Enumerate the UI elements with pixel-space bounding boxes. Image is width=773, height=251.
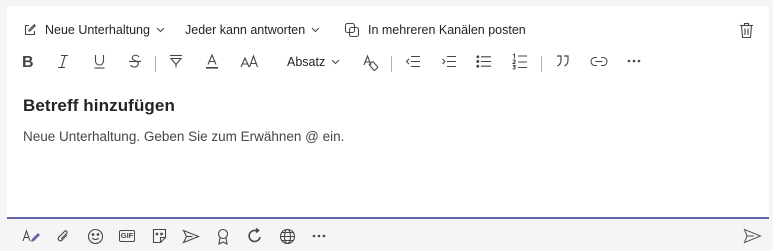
decrease-indent-button[interactable] [405, 55, 421, 68]
paperclip-icon [56, 228, 70, 245]
praise-badge-icon [216, 228, 230, 245]
new-conversation-dropdown[interactable]: Neue Unterhaltung [23, 20, 165, 40]
message-body-input[interactable]: Neue Unterhaltung. Geben Sie zum Erwähne… [23, 129, 344, 144]
compose-actions-bar: GIF [0, 224, 773, 248]
send-icon [743, 228, 762, 244]
underline-icon [93, 54, 106, 69]
globe-icon [279, 228, 296, 245]
chevron-down-icon [156, 27, 165, 33]
paragraph-style-label: Absatz [287, 55, 326, 69]
font-size-button[interactable] [240, 54, 258, 69]
sticker-icon [151, 228, 168, 245]
insert-link-button[interactable] [590, 56, 608, 67]
reply-permission-label: Jeder kann antworten [185, 23, 306, 37]
clear-formatting-icon [363, 54, 381, 71]
apps-button[interactable] [276, 224, 298, 248]
font-color-button[interactable] [205, 54, 219, 69]
chevron-down-icon [331, 59, 340, 65]
loop-button[interactable] [244, 224, 266, 248]
gif-icon: GIF [118, 230, 136, 242]
compose-options-bar: Neue Unterhaltung Jeder kann antworten I… [7, 20, 769, 40]
toolbar-divider [541, 56, 542, 72]
formatting-toolbar: B Absatz [7, 52, 769, 74]
compose-edit-icon [23, 23, 37, 37]
more-options-icon [627, 59, 641, 63]
compose-focus-underline [7, 217, 769, 219]
chevron-down-icon [311, 27, 320, 33]
link-icon [590, 56, 608, 67]
emoji-icon [87, 228, 104, 245]
more-actions-button[interactable] [308, 224, 330, 248]
format-pen-icon [22, 228, 40, 244]
increase-indent-button[interactable] [441, 55, 457, 68]
highlighter-icon [169, 54, 183, 69]
gif-button[interactable]: GIF [116, 224, 138, 248]
decrease-indent-icon [405, 55, 421, 68]
praise-button[interactable] [212, 224, 234, 248]
loop-icon [247, 228, 263, 244]
italic-button[interactable] [57, 54, 69, 69]
numbered-list-icon [512, 53, 528, 70]
more-options-icon [312, 234, 326, 238]
toolbar-divider [391, 56, 392, 72]
quote-icon [556, 55, 570, 67]
meet-now-icon [181, 228, 201, 244]
numbered-list-button[interactable] [512, 53, 528, 70]
subject-input[interactable]: Betreff hinzufügen [23, 96, 175, 116]
toolbar-divider [155, 56, 156, 72]
increase-indent-icon [441, 55, 457, 68]
multi-channel-label: In mehreren Kanälen posten [368, 23, 526, 37]
meet-now-button[interactable] [180, 224, 202, 248]
new-conversation-label: Neue Unterhaltung [45, 23, 150, 37]
post-in-multiple-channels-button[interactable]: In mehreren Kanälen posten [344, 20, 526, 40]
reply-permission-dropdown[interactable]: Jeder kann antworten [185, 20, 320, 40]
strikethrough-icon [128, 54, 142, 69]
bulleted-list-button[interactable] [476, 55, 492, 68]
bulleted-list-icon [476, 55, 492, 68]
underline-button[interactable] [93, 54, 106, 69]
compose-box: Neue Unterhaltung Jeder kann antworten I… [7, 6, 769, 218]
clear-formatting-button[interactable] [363, 54, 381, 71]
paragraph-style-dropdown[interactable]: Absatz [287, 54, 340, 70]
trash-icon [739, 22, 754, 39]
multi-channel-icon [344, 22, 360, 38]
delete-button[interactable] [739, 20, 754, 40]
emoji-button[interactable] [84, 224, 106, 248]
highlight-button[interactable] [169, 54, 183, 69]
font-color-icon [205, 54, 219, 69]
svg-text:B: B [22, 54, 34, 69]
send-button[interactable] [741, 224, 763, 248]
format-button[interactable] [20, 224, 42, 248]
attach-button[interactable] [52, 224, 74, 248]
strikethrough-button[interactable] [128, 54, 142, 69]
more-formatting-options-button[interactable] [627, 59, 641, 63]
sticker-button[interactable] [148, 224, 170, 248]
font-size-icon [240, 54, 258, 69]
quote-button[interactable] [556, 55, 570, 67]
italic-icon [57, 54, 69, 69]
bold-button[interactable]: B [22, 54, 34, 69]
bold-icon: B [22, 54, 34, 69]
